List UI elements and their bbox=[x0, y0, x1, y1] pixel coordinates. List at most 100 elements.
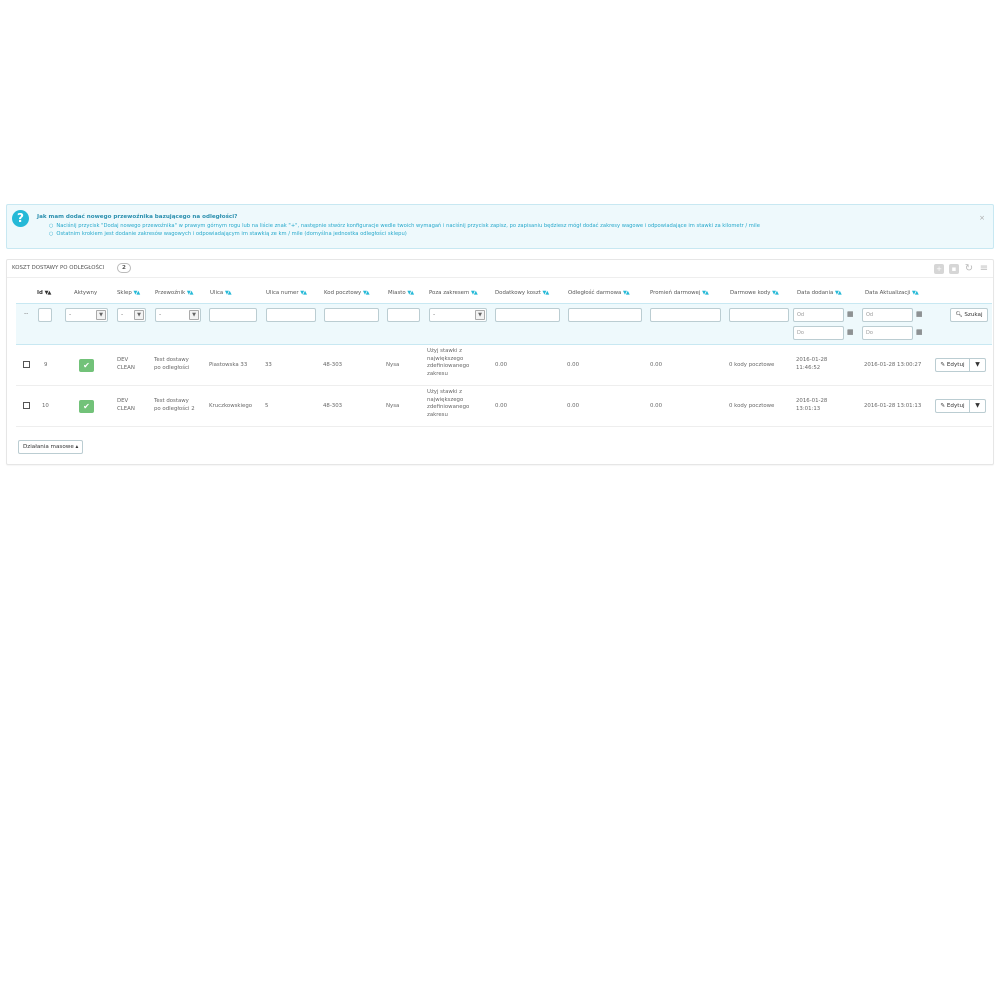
check-icon: ✔ bbox=[83, 361, 90, 370]
cell-free-radius: 0.00 bbox=[650, 362, 663, 368]
row-checkbox[interactable] bbox=[23, 361, 30, 368]
cell-additional-cost: 0.00 bbox=[495, 362, 508, 368]
close-icon[interactable]: × bbox=[979, 214, 985, 222]
panel-title: KOSZT DOSTAWY PO ODLEGŁOŚCI bbox=[12, 265, 105, 271]
refresh-icon[interactable]: ↻ bbox=[964, 264, 974, 274]
th-street-number[interactable]: Ulica numer ▼▲ bbox=[266, 290, 307, 296]
cell-street-number: 5 bbox=[265, 403, 269, 409]
cell-id: 10 bbox=[42, 403, 49, 409]
edit-button[interactable]: ✎ Edytuj bbox=[935, 399, 970, 413]
panel-heading: KOSZT DOSTAWY PO ODLEGŁOŚCI 2 + ▪ ↻ ≡ bbox=[7, 260, 993, 278]
filter-street-input[interactable] bbox=[209, 308, 257, 322]
chevron-down-icon: ▼ bbox=[475, 310, 485, 320]
filter-id-input[interactable] bbox=[38, 308, 52, 322]
count-badge: 2 bbox=[117, 263, 131, 273]
filter-active-select[interactable]: - ▼ bbox=[65, 308, 108, 322]
bulk-actions-button[interactable]: Działania masowe ▴ bbox=[18, 440, 84, 454]
cell-postcode: 48-303 bbox=[323, 362, 343, 368]
table-row: 9 ✔ DEV CLEAN Test dostawy po odległości P… bbox=[16, 345, 992, 386]
cell-free-codes: 0 kody pocztowe bbox=[729, 403, 775, 409]
filter-dash: -- bbox=[24, 310, 29, 317]
row-checkbox[interactable] bbox=[23, 402, 30, 409]
th-carrier[interactable]: Przewoźnik ▼▲ bbox=[155, 290, 193, 296]
edit-button[interactable]: ✎ Edytuj bbox=[935, 358, 970, 372]
database-icon[interactable]: ≡ bbox=[979, 264, 989, 274]
calendar-icon[interactable]: ▦ bbox=[847, 328, 854, 336]
search-icon: 🔍︎ bbox=[955, 312, 963, 318]
th-date-add[interactable]: Data dodania ▼▲ bbox=[797, 290, 842, 296]
calendar-icon[interactable]: ▦ bbox=[916, 310, 923, 318]
caret-down-icon: ▼ bbox=[975, 402, 980, 409]
filter-free-codes-input[interactable] bbox=[729, 308, 789, 322]
cell-street-number: 33 bbox=[265, 362, 272, 368]
alert-list: Naciśnij przycisk "Dodaj nowego przewoźn… bbox=[49, 223, 760, 238]
row-actions: ✎ Edytuj ▼ bbox=[935, 358, 986, 372]
page: ? Jak mam dodać nowego przewoźnika bazuj… bbox=[0, 0, 1000, 1000]
panel-toolbar: + ▪ ↻ ≡ bbox=[934, 264, 989, 274]
filter-street-number-input[interactable] bbox=[266, 308, 316, 322]
th-free-codes[interactable]: Darmowe kody ▼▲ bbox=[730, 290, 779, 296]
cell-street: Kruczkowskiego bbox=[209, 403, 253, 409]
info-alert: ? Jak mam dodać nowego przewoźnika bazuj… bbox=[6, 204, 994, 249]
add-new-icon[interactable]: + bbox=[934, 264, 944, 274]
active-toggle[interactable]: ✔ bbox=[79, 359, 94, 372]
calendar-icon[interactable]: ▦ bbox=[916, 328, 923, 336]
actions-dropdown-button[interactable]: ▼ bbox=[970, 358, 986, 372]
cell-city: Nysa bbox=[386, 403, 400, 409]
th-postcode[interactable]: Kod pocztowy ▼▲ bbox=[324, 290, 370, 296]
cell-additional-cost: 0.00 bbox=[495, 403, 508, 409]
cell-date-add: 2016-01-28 13:01:13 bbox=[796, 398, 828, 412]
th-free-distance[interactable]: Odległość darmowa ▼▲ bbox=[568, 290, 630, 296]
filter-date-upd-from[interactable]: Od bbox=[862, 308, 913, 322]
th-id[interactable]: Id ▼▲ bbox=[37, 290, 51, 296]
filter-carrier-select[interactable]: - ▼ bbox=[155, 308, 201, 322]
th-city[interactable]: Miasto ▼▲ bbox=[388, 290, 414, 296]
filter-date-upd-to[interactable]: Do bbox=[862, 326, 913, 340]
filter-date-add-to[interactable]: Do bbox=[793, 326, 844, 340]
filter-shop-select[interactable]: - ▼ bbox=[117, 308, 146, 322]
filter-additional-cost-input[interactable] bbox=[495, 308, 560, 322]
filter-city-input[interactable] bbox=[387, 308, 420, 322]
export-icon[interactable]: ▪ bbox=[949, 264, 959, 274]
cell-free-codes: 0 kody pocztowe bbox=[729, 362, 775, 368]
alert-title: Jak mam dodać nowego przewoźnika bazując… bbox=[37, 214, 238, 220]
chevron-down-icon: ▼ bbox=[96, 310, 106, 320]
filter-free-radius-input[interactable] bbox=[650, 308, 721, 322]
filter-postcode-input[interactable] bbox=[324, 308, 379, 322]
th-street[interactable]: Ulica ▼▲ bbox=[210, 290, 232, 296]
filter-out-of-range-select[interactable]: - ▼ bbox=[429, 308, 487, 322]
table-row: 10 ✔ DEV CLEAN Test dostawy po odległości … bbox=[16, 386, 992, 427]
row-actions: ✎ Edytuj ▼ bbox=[935, 399, 986, 413]
cell-id: 9 bbox=[44, 362, 48, 368]
cell-shop: DEV CLEAN bbox=[117, 398, 135, 412]
th-free-radius[interactable]: Promień darmowej ▼▲ bbox=[650, 290, 709, 296]
filter-date-add-from[interactable]: Od bbox=[793, 308, 844, 322]
th-out-of-range[interactable]: Poza zakresem ▼▲ bbox=[429, 290, 478, 296]
th-additional-cost[interactable]: Dodatkowy koszt ▼▲ bbox=[495, 290, 549, 296]
th-active: Aktywny bbox=[74, 290, 98, 296]
cell-postcode: 48-303 bbox=[323, 403, 343, 409]
calendar-icon[interactable]: ▦ bbox=[847, 310, 854, 318]
pencil-icon: ✎ bbox=[940, 403, 946, 409]
cell-city: Nysa bbox=[386, 362, 400, 368]
cell-free-distance: 0.00 bbox=[567, 362, 580, 368]
th-date-upd[interactable]: Data Aktualizacji ▼▲ bbox=[865, 290, 919, 296]
cell-date-upd: 2016-01-28 13:00:27 bbox=[864, 362, 922, 368]
pencil-icon: ✎ bbox=[940, 362, 946, 368]
question-circle-icon: ? bbox=[12, 210, 29, 227]
alert-line: Ostatnim krokiem jest dodanie zakresów w… bbox=[49, 231, 760, 239]
cell-out-of-range: Użyj stawki z największego zdefiniowanego z… bbox=[427, 389, 470, 418]
caret-down-icon: ▼ bbox=[975, 361, 980, 368]
cell-date-add: 2016-01-28 11:46:52 bbox=[796, 357, 828, 371]
actions-dropdown-button[interactable]: ▼ bbox=[970, 399, 986, 413]
cell-free-radius: 0.00 bbox=[650, 403, 663, 409]
cell-date-upd: 2016-01-28 13:01:13 bbox=[864, 403, 922, 409]
search-button[interactable]: 🔍︎ Szukaj bbox=[950, 308, 988, 322]
filter-free-distance-input[interactable] bbox=[568, 308, 642, 322]
cell-out-of-range: Użyj stawki z największego zdefiniowanego z… bbox=[427, 348, 470, 377]
th-shop[interactable]: Sklep ▼▲ bbox=[117, 290, 140, 296]
check-icon: ✔ bbox=[83, 402, 90, 411]
cell-street: Piastowska 33 bbox=[209, 362, 248, 368]
active-toggle[interactable]: ✔ bbox=[79, 400, 94, 413]
cell-shop: DEV CLEAN bbox=[117, 357, 135, 371]
